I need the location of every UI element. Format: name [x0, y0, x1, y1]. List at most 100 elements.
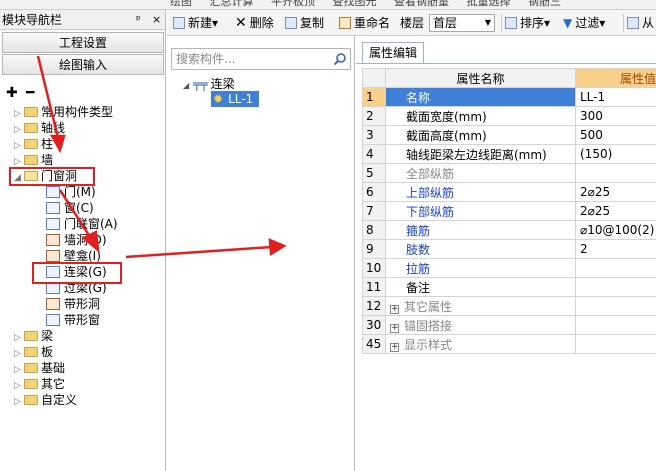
project-settings-button[interactable]: 工程设置 [2, 32, 164, 53]
nav-title: 模块导航栏 [2, 13, 63, 27]
tree-label: 门(M) [64, 185, 96, 199]
close-icon[interactable]: × [152, 10, 161, 30]
expand-icon[interactable]: ▷ [14, 394, 24, 410]
property-value[interactable] [575, 163, 656, 183]
tree-item-wall-hole[interactable]: 墙洞(D) [46, 232, 107, 248]
folder-icon [24, 362, 38, 373]
property-row[interactable]: 3 截面高度(mm) 500 [362, 125, 656, 145]
tree-item-door-window[interactable]: 门联窗(A) [46, 216, 118, 232]
property-value[interactable]: ⌀10@100(2) [575, 220, 656, 240]
property-group-row[interactable]: 45 + 显示样式 [362, 334, 656, 354]
search-input[interactable]: 搜索构件... [171, 48, 351, 70]
toolbar-item[interactable]: 钢筋三 [528, 0, 561, 7]
filter-button[interactable]: ▼ 过滤▾ [563, 16, 605, 30]
toolbar-separator [501, 14, 502, 32]
toolbar-item[interactable]: 平齐板顶 [271, 0, 315, 7]
tree-item-other[interactable]: ▷ 其它 [14, 376, 65, 392]
folder-icon [24, 378, 38, 389]
tree-item-strip-window[interactable]: 带形窗 [46, 312, 100, 328]
tree-item-foundation[interactable]: ▷ 基础 [14, 360, 65, 376]
tree-item-window[interactable]: 窗(C) [46, 200, 94, 216]
tree-label: 常用构件类型 [41, 105, 114, 119]
tree-item-column[interactable]: ▷ 柱 [14, 136, 53, 152]
tab-property-edit[interactable]: 属性编辑 [362, 42, 425, 64]
toolbar-item[interactable]: 批量选择 [467, 0, 511, 7]
component-item-ll1[interactable]: ✹ LL-1 [211, 91, 260, 107]
property-name: 拉筋 [385, 258, 576, 278]
toolbar-item[interactable]: 查找图元 [333, 0, 377, 7]
property-name: 截面高度(mm) [385, 125, 576, 145]
property-value[interactable]: 2⌀25 [575, 201, 656, 221]
property-row[interactable]: 2 截面宽度(mm) 300 [362, 106, 656, 126]
property-value[interactable]: 300 [575, 106, 656, 126]
property-value [575, 296, 656, 316]
property-value[interactable]: (150) [575, 144, 656, 164]
property-group-label: 其它属性 [404, 299, 453, 314]
app-window: 绘图 汇总计算 平齐板顶 查找图元 查看钢筋量 批量选择 钢筋三 模块导航栏 ᵖ… [0, 0, 656, 471]
top-toolbar-strip: 绘图 汇总计算 平齐板顶 查找图元 查看钢筋量 批量选择 钢筋三 [0, 0, 656, 10]
property-value[interactable]: 2 [575, 239, 656, 259]
property-row[interactable]: 4 轴线距梁左边线距离(mm) (150) [362, 144, 656, 164]
tree-item-beam[interactable]: ▷ 梁 [14, 328, 53, 344]
property-header-row: 属性名称 属性值 [362, 68, 656, 88]
component-list-panel: 搜索构件... ◢ ╤╤ 连梁 ✹ LL-1 [167, 36, 355, 471]
component-root[interactable]: ◢ ╤╤ 连梁 [183, 76, 235, 92]
property-row[interactable]: 5 全部纵筋 [362, 163, 656, 183]
toolbar-item[interactable]: 汇总计算 [210, 0, 254, 7]
coupling-beam-icon: ╤╤ [193, 77, 208, 91]
folder-icon [24, 330, 38, 341]
sort-button[interactable]: 排序▾ [505, 16, 550, 30]
new-button[interactable]: 新建▾ [173, 16, 218, 30]
collapse-icon[interactable]: ◢ [183, 81, 189, 90]
property-row[interactable]: 6 上部纵筋 2⌀25 [362, 182, 656, 202]
tree-item-common-types[interactable]: ▷ 常用构件类型 [14, 104, 113, 120]
property-name: 箍筋 [385, 220, 576, 240]
tree-item-custom[interactable]: ▷ 自定义 [14, 392, 77, 408]
tree-item-door[interactable]: 门(M) [46, 184, 96, 200]
property-group-row[interactable]: 12 + 其它属性 [362, 296, 656, 316]
rename-button[interactable]: 重命名 [339, 16, 390, 30]
expand-plus-icon[interactable]: + [390, 304, 399, 314]
tree-item-strip-hole[interactable]: 带形洞 [46, 296, 100, 312]
property-row[interactable]: 1 名称 LL-1 [362, 87, 656, 107]
property-group-row[interactable]: 30 + 锚固搭接 [362, 315, 656, 335]
strip-hole-icon [46, 297, 60, 310]
property-row[interactable]: 7 下部纵筋 2⌀25 [362, 201, 656, 221]
folder-icon [24, 106, 38, 117]
property-row[interactable]: 8 箍筋 ⌀10@100(2) [362, 220, 656, 240]
more-button[interactable]: 从 [627, 16, 654, 30]
rename-label: 重命名 [354, 16, 391, 30]
property-value[interactable]: 2⌀25 [575, 182, 656, 202]
expand-plus-icon[interactable]: + [390, 323, 399, 333]
row-number: 9 [362, 239, 386, 259]
row-number: 10 [362, 258, 386, 278]
property-value[interactable]: LL-1 [575, 87, 656, 107]
property-value[interactable] [575, 277, 656, 297]
toolbar-item[interactable]: 查看钢筋量 [394, 0, 449, 7]
rename-icon [339, 17, 351, 29]
expand-plus-icon[interactable]: + [390, 342, 399, 352]
tree-label: 其它 [41, 377, 66, 391]
tree-item-wall[interactable]: ▷ 墙 [14, 152, 53, 168]
floor-select[interactable]: 首层 ▼ [429, 14, 495, 32]
property-value[interactable]: 500 [575, 125, 656, 145]
property-row[interactable]: 10 拉筋 [362, 258, 656, 278]
search-icon[interactable] [333, 52, 347, 66]
property-name: 轴线距梁左边线距离(mm) [385, 144, 576, 164]
pin-icon[interactable]: ᵖ [136, 10, 141, 30]
property-row[interactable]: 9 肢数 2 [362, 239, 656, 259]
toolbar-item[interactable]: 绘图 [170, 0, 192, 7]
copy-button[interactable]: 复制 [285, 16, 324, 30]
tree-item-slab[interactable]: ▷ 板 [14, 344, 53, 360]
collapse-all-icon[interactable]: ━ [26, 85, 34, 101]
search-placeholder: 搜索构件... [176, 52, 236, 66]
expand-all-icon[interactable]: ✚ [6, 85, 18, 101]
drawing-input-button[interactable]: 绘图输入 [2, 54, 164, 75]
row-number: 12 [362, 296, 386, 316]
tree-item-axis[interactable]: ▷ 轴线 [14, 120, 65, 136]
delete-button[interactable]: ✕ 删除 [235, 16, 274, 30]
property-value[interactable] [575, 258, 656, 278]
property-row[interactable]: 11 备注 [362, 277, 656, 297]
row-number: 45 [362, 334, 386, 354]
property-value-header: 属性值 [575, 68, 656, 88]
